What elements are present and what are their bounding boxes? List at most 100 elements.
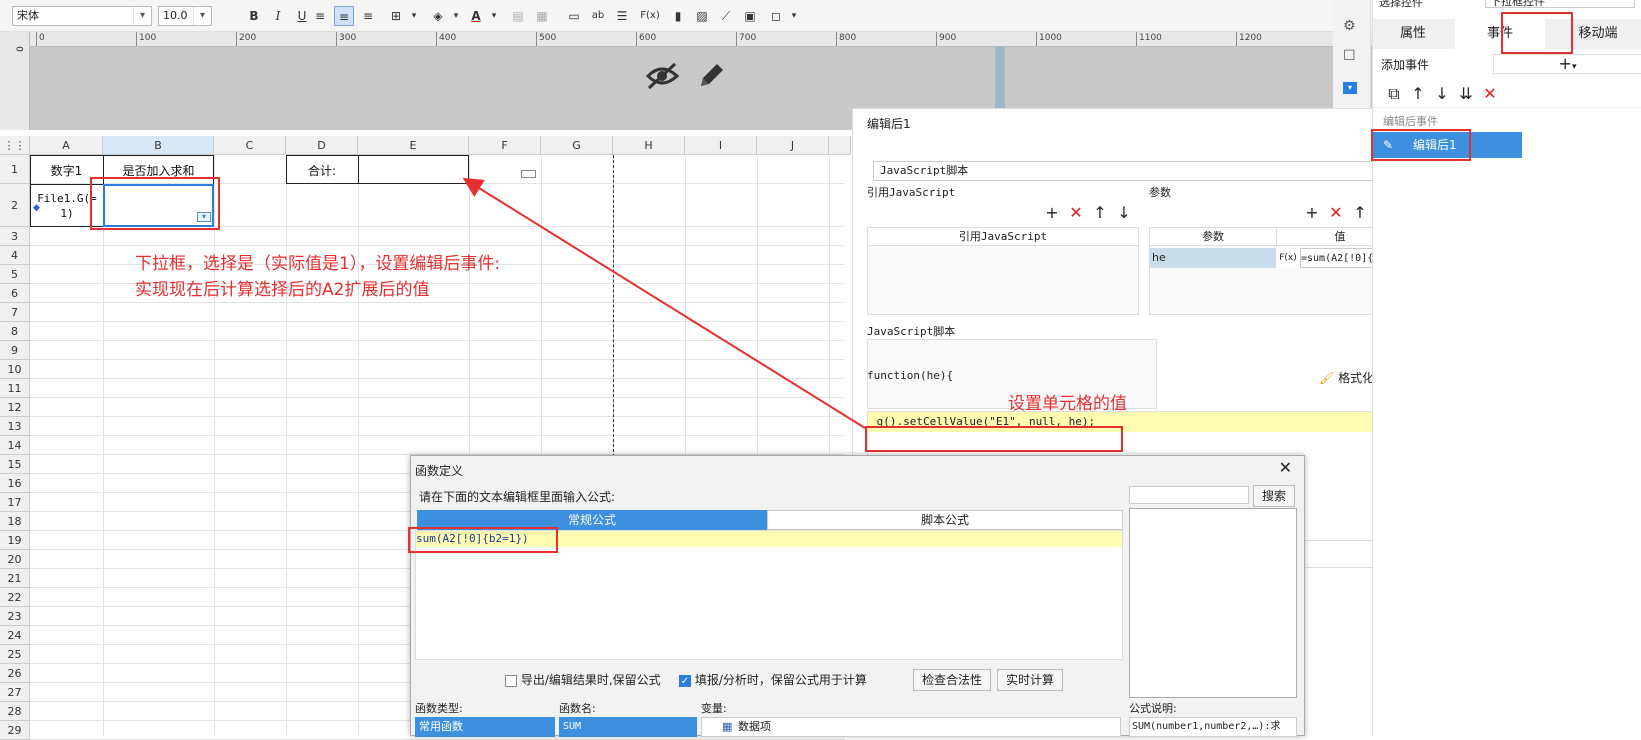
row-header[interactable]: 8 [0,322,30,341]
chevron-down-icon[interactable]: ▾ [446,6,466,26]
split-cells-icon[interactable]: ▦ [532,6,552,26]
column-header[interactable]: F [469,136,541,155]
arrow-down-icon[interactable]: ↓ [1115,205,1133,221]
row-header[interactable]: 3 [0,227,30,246]
arrow-down-icon[interactable]: ↓ [1433,86,1451,102]
move-bottom-icon[interactable]: ⇊ [1457,86,1475,102]
row-header[interactable]: 6 [0,284,30,303]
slash-icon[interactable]: ⟋ [716,6,736,26]
border-icon[interactable]: ⊞ [386,6,406,26]
close-icon[interactable]: ✕ [1279,458,1292,477]
search-button[interactable]: 搜索 [1253,485,1295,507]
text-color-button[interactable]: A [466,6,486,26]
function-list[interactable] [1129,508,1297,698]
row-header[interactable]: 16 [0,474,30,493]
add-param-icon[interactable]: + [1303,205,1321,221]
fill-color-icon[interactable]: ◈ [428,6,448,26]
bold-button[interactable]: B [244,6,264,26]
chevron-down-icon[interactable]: ▾ [484,6,504,26]
row-header[interactable]: 18 [0,512,30,531]
variable-item[interactable]: ▦ 数据项 [701,717,1121,737]
row-header[interactable]: 17 [0,493,30,512]
row-header[interactable]: 9 [0,341,30,360]
underline-button[interactable]: U [292,6,312,26]
row-header[interactable]: 25 [0,645,30,664]
arrow-up-icon[interactable]: ↑ [1091,205,1109,221]
border-style-icon[interactable]: ◻ [766,6,786,26]
italic-button[interactable]: I [268,6,288,26]
func-name-item[interactable]: SUM [559,717,697,737]
add-icon[interactable]: + [1043,205,1061,221]
copy-icon[interactable]: ⧉ [1385,86,1403,102]
checkbox-unchecked[interactable] [505,674,517,687]
cell-d1[interactable]: 合计: [286,162,358,179]
chevron-down-icon[interactable]: ▾ [404,6,424,26]
column-header[interactable]: E [358,136,469,155]
row-header[interactable]: 11 [0,379,30,398]
align-center-icon[interactable]: ≡ [334,6,354,26]
func-type-item[interactable]: 常用函数 [415,717,555,737]
row-header[interactable]: 13 [0,417,30,436]
check-validity-button[interactable]: 检查合法性 [913,669,991,691]
row-header[interactable]: 2 [0,184,30,227]
row-header[interactable]: 12 [0,398,30,417]
row-header[interactable]: 5 [0,265,30,284]
settings-icon[interactable]: ⚙ [1343,18,1356,34]
function-search-input[interactable] [1129,486,1249,504]
align-left-icon[interactable]: ≡ [310,6,330,26]
chevron-down-icon[interactable]: ▾ [784,6,804,26]
delete-icon[interactable]: ✕ [1481,86,1499,102]
column-header[interactable]: A [30,136,103,155]
merge-cells-icon[interactable]: ▤ [508,6,528,26]
column-header[interactable]: G [541,136,613,155]
checkbox-checked[interactable]: ✓ [679,674,691,687]
column-header[interactable]: B [103,136,214,155]
delete-param-icon[interactable]: ✕ [1327,205,1345,221]
row-header[interactable]: 10 [0,360,30,379]
row-header[interactable]: 7 [0,303,30,322]
selected-widget-value[interactable]: 下拉框控件 [1485,0,1635,8]
font-size-select[interactable]: 10.0 ▾ [158,6,212,26]
row-header[interactable]: 23 [0,607,30,626]
row-header[interactable]: 14 [0,436,30,455]
column-header[interactable]: C [214,136,286,155]
align-right-icon[interactable]: ≡ [358,6,378,26]
realtime-calc-button[interactable]: 实时计算 [997,669,1063,691]
dropdown-widget-icon[interactable]: ▾ [1343,82,1357,94]
row-header[interactable]: 26 [0,664,30,683]
image-icon[interactable]: ▨ [692,6,712,26]
row-header[interactable]: 4 [0,246,30,265]
chart-icon[interactable]: ▮ [668,6,688,26]
arrow-up-icon[interactable]: ↑ [1409,86,1427,102]
column-header[interactable]: D [286,136,358,155]
row-header[interactable]: 22 [0,588,30,607]
param-name-cell[interactable]: he [1150,248,1276,268]
widget-icon[interactable]: ▣ [740,6,760,26]
wrap-text-icon[interactable]: ☰ [612,6,632,26]
delete-icon[interactable]: ✕ [1067,205,1085,221]
row-header[interactable]: 21 [0,569,30,588]
cell-e1[interactable] [358,162,469,184]
pencil-icon[interactable] [695,60,727,92]
row-header[interactable]: 29 [0,721,30,740]
row-header[interactable]: 27 [0,683,30,702]
row-header[interactable]: 28 [0,702,30,721]
param-up-icon[interactable]: ↑ [1351,205,1369,221]
select-all-corner[interactable]: ⋮⋮ [0,136,30,155]
font-name-select[interactable]: 宋体 ▾ [12,6,152,26]
column-header[interactable]: J [757,136,829,155]
option-keep-formula-fill[interactable]: ✓ 填报/分析时，保留公式用于计算 [679,671,867,688]
script-type-select[interactable]: JavaScript脚本 ⌄ [873,161,1403,181]
tab-script-formula[interactable]: 脚本公式 [767,510,1123,530]
eye-hidden-icon[interactable] [645,60,680,92]
row-header[interactable]: 1 [0,155,30,184]
row-header[interactable]: 19 [0,531,30,550]
insert-text-icon[interactable]: ab [588,6,608,26]
formula-icon[interactable]: F(x) [638,6,662,26]
add-event-button[interactable]: +▾ [1493,54,1641,74]
frame-icon[interactable]: ☐ [1343,48,1356,64]
row-header[interactable]: 24 [0,626,30,645]
insert-textbox-icon[interactable]: ▭ [564,6,584,26]
row-header[interactable]: 15 [0,455,30,474]
column-header[interactable]: H [613,136,685,155]
